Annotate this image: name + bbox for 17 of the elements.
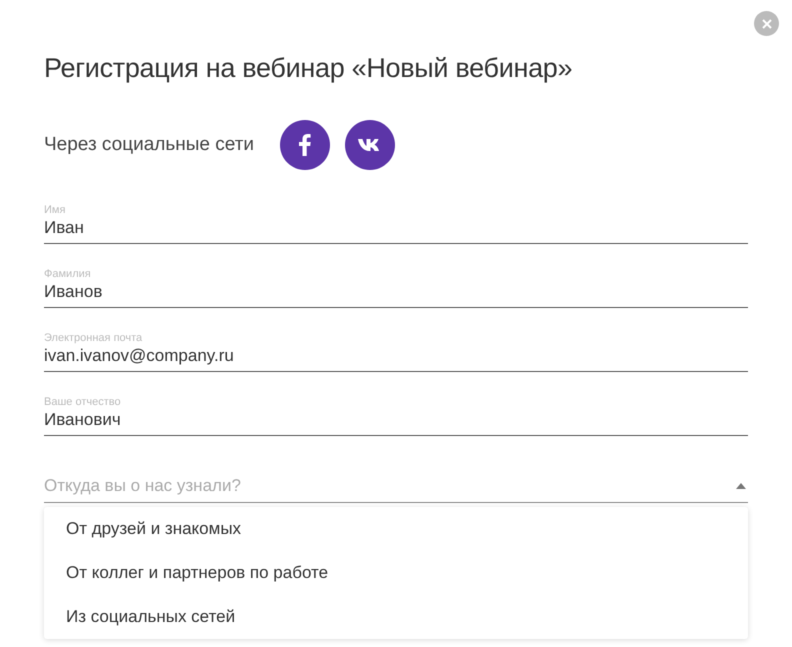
field-label: Имя <box>44 204 66 217</box>
caret-icon <box>736 483 746 489</box>
dropdown-option[interactable]: От друзей и знакомых <box>44 507 748 551</box>
dropdown-option[interactable]: Из социальных сетей <box>44 595 748 639</box>
text-input[interactable]: Иванов <box>44 281 748 303</box>
field-label: Ваше отчество <box>44 396 122 409</box>
text-input[interactable]: ivan.ivanov@company.ru <box>44 345 748 367</box>
text-input[interactable]: Иванович <box>44 409 748 431</box>
field-label: Электронная почта <box>44 332 144 345</box>
text-input[interactable]: Иван <box>44 217 748 239</box>
dialog-title: Регистрация на вебинар «Новый вебинар» <box>44 52 574 85</box>
dropdown-option[interactable]: От коллег и партнеров по работе <box>44 551 748 595</box>
social-label: Через социальные сети <box>44 134 254 156</box>
field-label: Фамилия <box>44 268 92 281</box>
social-login-button[interactable] <box>345 120 396 170</box>
f-logo-icon <box>299 134 312 156</box>
close-icon <box>762 18 772 28</box>
